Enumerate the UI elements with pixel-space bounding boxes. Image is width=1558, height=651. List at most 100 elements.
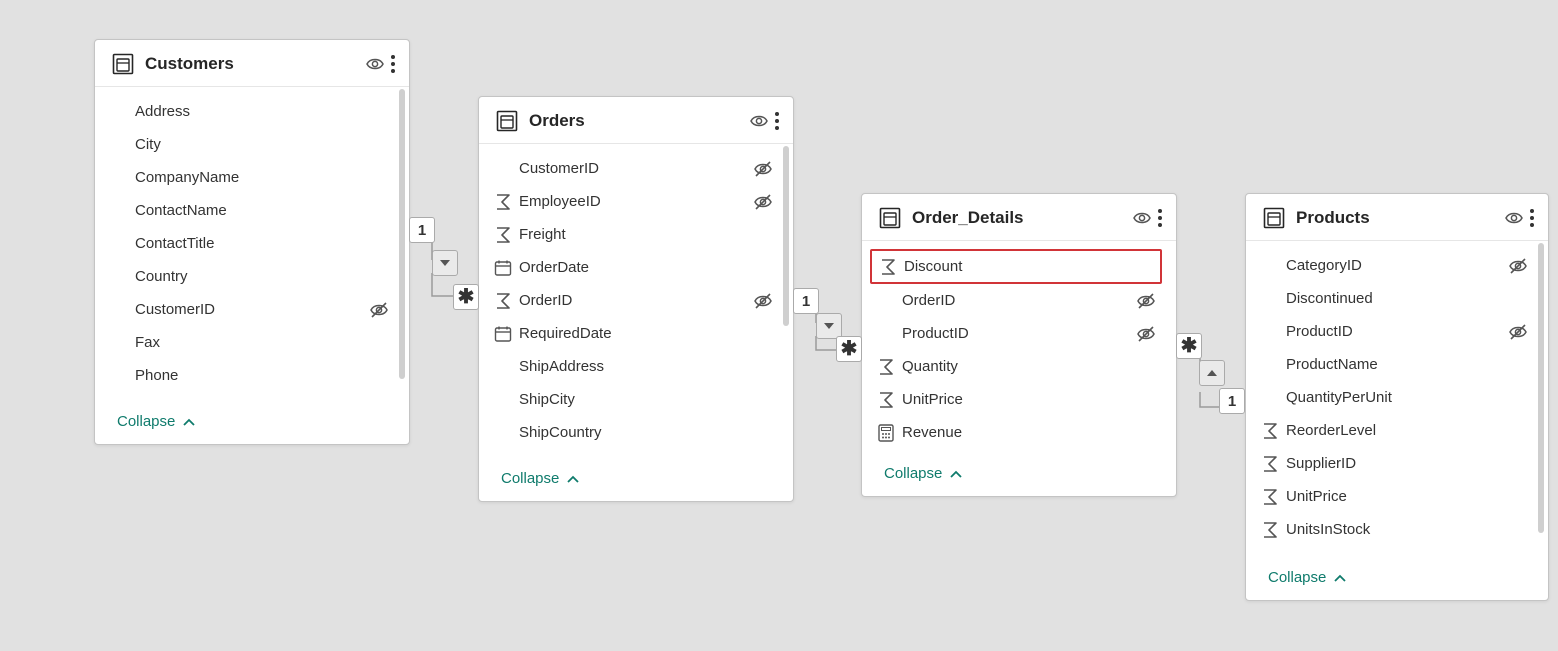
- calculator-icon: [876, 423, 896, 443]
- collapse-button[interactable]: Collapse: [95, 403, 409, 444]
- field-categoryid[interactable]: CategoryID: [1286, 249, 1528, 282]
- sigma-icon: [876, 357, 896, 377]
- sigma-icon: [493, 291, 513, 311]
- field-unitprice[interactable]: UnitPrice: [1286, 480, 1528, 513]
- field-productname[interactable]: ProductName: [1286, 348, 1528, 381]
- table-header[interactable]: Products: [1246, 194, 1548, 241]
- cardinality-many: ✱: [453, 284, 479, 310]
- field-contactname[interactable]: ContactName: [135, 194, 389, 227]
- field-phone[interactable]: Phone: [135, 359, 389, 392]
- more-options-icon[interactable]: [775, 112, 779, 130]
- field-orderid[interactable]: OrderID: [519, 284, 773, 317]
- field-employeeid[interactable]: EmployeeID: [519, 185, 773, 218]
- hidden-icon: [753, 159, 773, 179]
- field-list: CategoryID Discontinued ProductID Produc…: [1246, 241, 1548, 559]
- hidden-icon: [1508, 256, 1528, 276]
- field-orderdate[interactable]: OrderDate: [519, 251, 773, 284]
- more-options-icon[interactable]: [1530, 209, 1534, 227]
- field-city[interactable]: City: [135, 128, 389, 161]
- visibility-icon[interactable]: [749, 111, 769, 131]
- field-reorderlevel[interactable]: ReorderLevel: [1286, 414, 1528, 447]
- filter-direction-icon[interactable]: [1199, 360, 1225, 386]
- field-quantity[interactable]: Quantity: [902, 350, 1156, 383]
- hidden-icon: [753, 291, 773, 311]
- field-list: CustomerID EmployeeID Freight OrderDate …: [479, 144, 793, 460]
- scrollbar[interactable]: [399, 89, 405, 379]
- field-shipcity[interactable]: ShipCity: [519, 383, 773, 416]
- field-freight[interactable]: Freight: [519, 218, 773, 251]
- field-list: Discount OrderID ProductID Quantity Unit…: [862, 241, 1176, 455]
- table-orders[interactable]: Orders CustomerID EmployeeID Freight Ord…: [478, 96, 794, 502]
- sigma-icon: [1260, 454, 1280, 474]
- filter-direction-icon[interactable]: [432, 250, 458, 276]
- hidden-icon: [1136, 324, 1156, 344]
- sigma-icon: [876, 390, 896, 410]
- table-header[interactable]: Customers: [95, 40, 409, 87]
- table-icon: [495, 109, 519, 133]
- field-shipcountry[interactable]: ShipCountry: [519, 416, 773, 449]
- table-title: Products: [1296, 208, 1504, 228]
- visibility-icon[interactable]: [1504, 208, 1524, 228]
- field-customerid[interactable]: CustomerID: [519, 152, 773, 185]
- cardinality-one: 1: [409, 217, 435, 243]
- hidden-icon: [369, 300, 389, 320]
- field-requireddate[interactable]: RequiredDate: [519, 317, 773, 350]
- collapse-button[interactable]: Collapse: [479, 460, 793, 501]
- cardinality-one: 1: [793, 288, 819, 314]
- hidden-icon: [1508, 322, 1528, 342]
- table-products[interactable]: Products CategoryID Discontinued Product…: [1245, 193, 1549, 601]
- chevron-up-icon: [1332, 571, 1348, 585]
- table-title: Customers: [145, 54, 365, 74]
- more-options-icon[interactable]: [1158, 209, 1162, 227]
- collapse-button[interactable]: Collapse: [862, 455, 1176, 496]
- hidden-icon: [753, 192, 773, 212]
- table-icon: [878, 206, 902, 230]
- table-icon: [1262, 206, 1286, 230]
- date-icon: [493, 324, 513, 344]
- chevron-up-icon: [948, 467, 964, 481]
- table-header[interactable]: Order_Details: [862, 194, 1176, 241]
- more-options-icon[interactable]: [391, 55, 395, 73]
- sigma-icon: [1260, 421, 1280, 441]
- table-title: Orders: [529, 111, 749, 131]
- hidden-icon: [1136, 291, 1156, 311]
- field-revenue[interactable]: Revenue: [902, 416, 1156, 449]
- scrollbar[interactable]: [1538, 243, 1544, 533]
- sigma-icon: [493, 225, 513, 245]
- field-list: Address City CompanyName ContactName Con…: [95, 87, 409, 403]
- cardinality-many: ✱: [1176, 333, 1202, 359]
- collapse-button[interactable]: Collapse: [1246, 559, 1548, 600]
- field-companyname[interactable]: CompanyName: [135, 161, 389, 194]
- field-contacttitle[interactable]: ContactTitle: [135, 227, 389, 260]
- field-customerid[interactable]: CustomerID: [135, 293, 389, 326]
- cardinality-one: 1: [1219, 388, 1245, 414]
- cardinality-many: ✱: [836, 336, 862, 362]
- field-address[interactable]: Address: [135, 95, 389, 128]
- field-discontinued[interactable]: Discontinued: [1286, 282, 1528, 315]
- sigma-icon: [1260, 487, 1280, 507]
- field-quantityperunit[interactable]: QuantityPerUnit: [1286, 381, 1528, 414]
- chevron-up-icon: [181, 415, 197, 429]
- field-productid[interactable]: ProductID: [902, 317, 1156, 350]
- field-country[interactable]: Country: [135, 260, 389, 293]
- field-shipaddress[interactable]: ShipAddress: [519, 350, 773, 383]
- table-order-details[interactable]: Order_Details Discount OrderID ProductID…: [861, 193, 1177, 497]
- field-supplierid[interactable]: SupplierID: [1286, 447, 1528, 480]
- sigma-icon: [1260, 520, 1280, 540]
- sigma-icon: [878, 257, 898, 277]
- table-header[interactable]: Orders: [479, 97, 793, 144]
- scrollbar[interactable]: [783, 146, 789, 326]
- field-productid[interactable]: ProductID: [1286, 315, 1528, 348]
- chevron-up-icon: [565, 472, 581, 486]
- field-unitprice[interactable]: UnitPrice: [902, 383, 1156, 416]
- sigma-icon: [493, 192, 513, 212]
- date-icon: [493, 258, 513, 278]
- field-discount[interactable]: Discount: [870, 249, 1162, 284]
- field-unitsinstock[interactable]: UnitsInStock: [1286, 513, 1528, 546]
- field-orderid[interactable]: OrderID: [902, 284, 1156, 317]
- table-icon: [111, 52, 135, 76]
- visibility-icon[interactable]: [365, 54, 385, 74]
- visibility-icon[interactable]: [1132, 208, 1152, 228]
- field-fax[interactable]: Fax: [135, 326, 389, 359]
- table-customers[interactable]: Customers Address City CompanyName Conta…: [94, 39, 410, 445]
